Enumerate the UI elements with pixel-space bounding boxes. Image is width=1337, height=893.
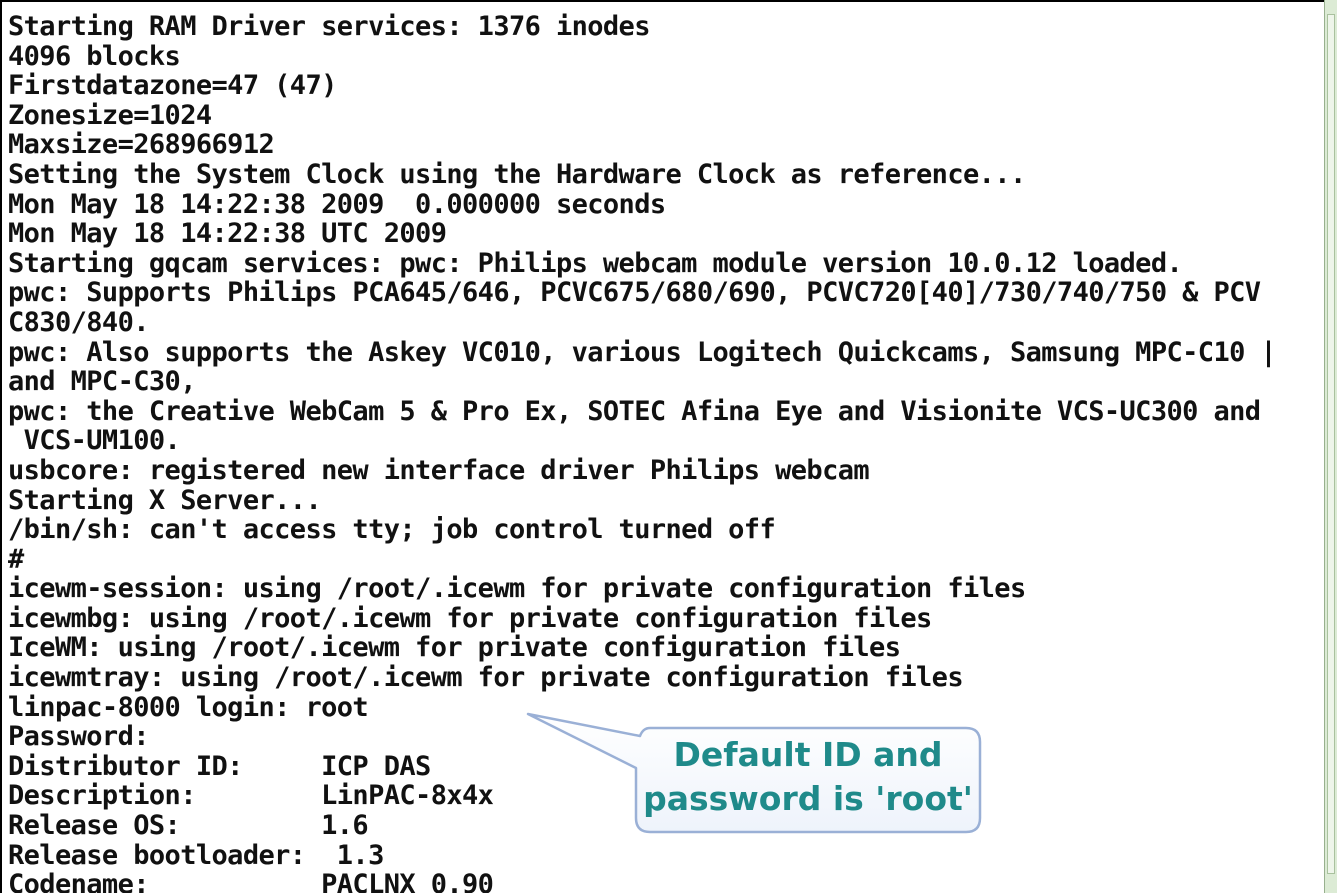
console-line: pwc: Supports Philips PCA645/646, PCVC67… bbox=[8, 277, 1261, 309]
console-line: 4096 blocks bbox=[8, 40, 181, 72]
console-line: linpac-8000 login: root bbox=[8, 691, 369, 723]
console-line: usbcore: registered new interface driver… bbox=[8, 454, 870, 486]
console-line: pwc: the Creative WebCam 5 & Pro Ex, SOT… bbox=[8, 395, 1261, 427]
scrollbar-thumb[interactable] bbox=[1327, 14, 1335, 874]
console-line: Starting X Server... bbox=[8, 484, 322, 516]
console-line: Setting the System Clock using the Hardw… bbox=[8, 158, 1026, 190]
console-line: and MPC-C30, bbox=[8, 366, 196, 398]
callout-line-1: Default ID and bbox=[673, 735, 943, 774]
console-line: # bbox=[8, 543, 24, 575]
console-line: icewmtray: using /root/.icewm for privat… bbox=[8, 662, 964, 694]
console-line: icewmbg: using /root/.icewm for private … bbox=[8, 602, 932, 634]
console-line: pwc: Also supports the Askey VC010, vari… bbox=[8, 336, 1277, 368]
console-line: Maxsize=268966912 bbox=[8, 129, 275, 161]
console-line: Firstdatazone=47 (47) bbox=[8, 70, 337, 102]
console-line: Codename: PACLNX 0.90 bbox=[8, 869, 494, 893]
callout-text: Default ID and password is 'root' bbox=[640, 733, 976, 821]
console-line: IceWM: using /root/.icewm for private co… bbox=[8, 632, 901, 664]
console-line: Starting RAM Driver services: 1376 inode… bbox=[8, 11, 650, 42]
console-line: Mon May 18 14:22:38 UTC 2009 bbox=[8, 218, 447, 250]
console-line: /bin/sh: can't access tty; job control t… bbox=[8, 514, 776, 546]
console-line: C830/840. bbox=[8, 306, 150, 338]
console-line: Mon May 18 14:22:38 2009 0.000000 second… bbox=[8, 188, 666, 220]
callout-line-2: password is 'root' bbox=[643, 779, 973, 818]
console-line: icewm-session: using /root/.icewm for pr… bbox=[8, 573, 1026, 605]
vertical-scrollbar[interactable] bbox=[1324, 0, 1337, 893]
console-line: Starting gqcam services: pwc: Philips we… bbox=[8, 247, 1183, 279]
console-line: Release bootloader: 1.3 bbox=[8, 839, 384, 871]
console-line: VCS-UM100. bbox=[8, 425, 181, 457]
console-line: Zonesize=1024 bbox=[8, 99, 212, 131]
